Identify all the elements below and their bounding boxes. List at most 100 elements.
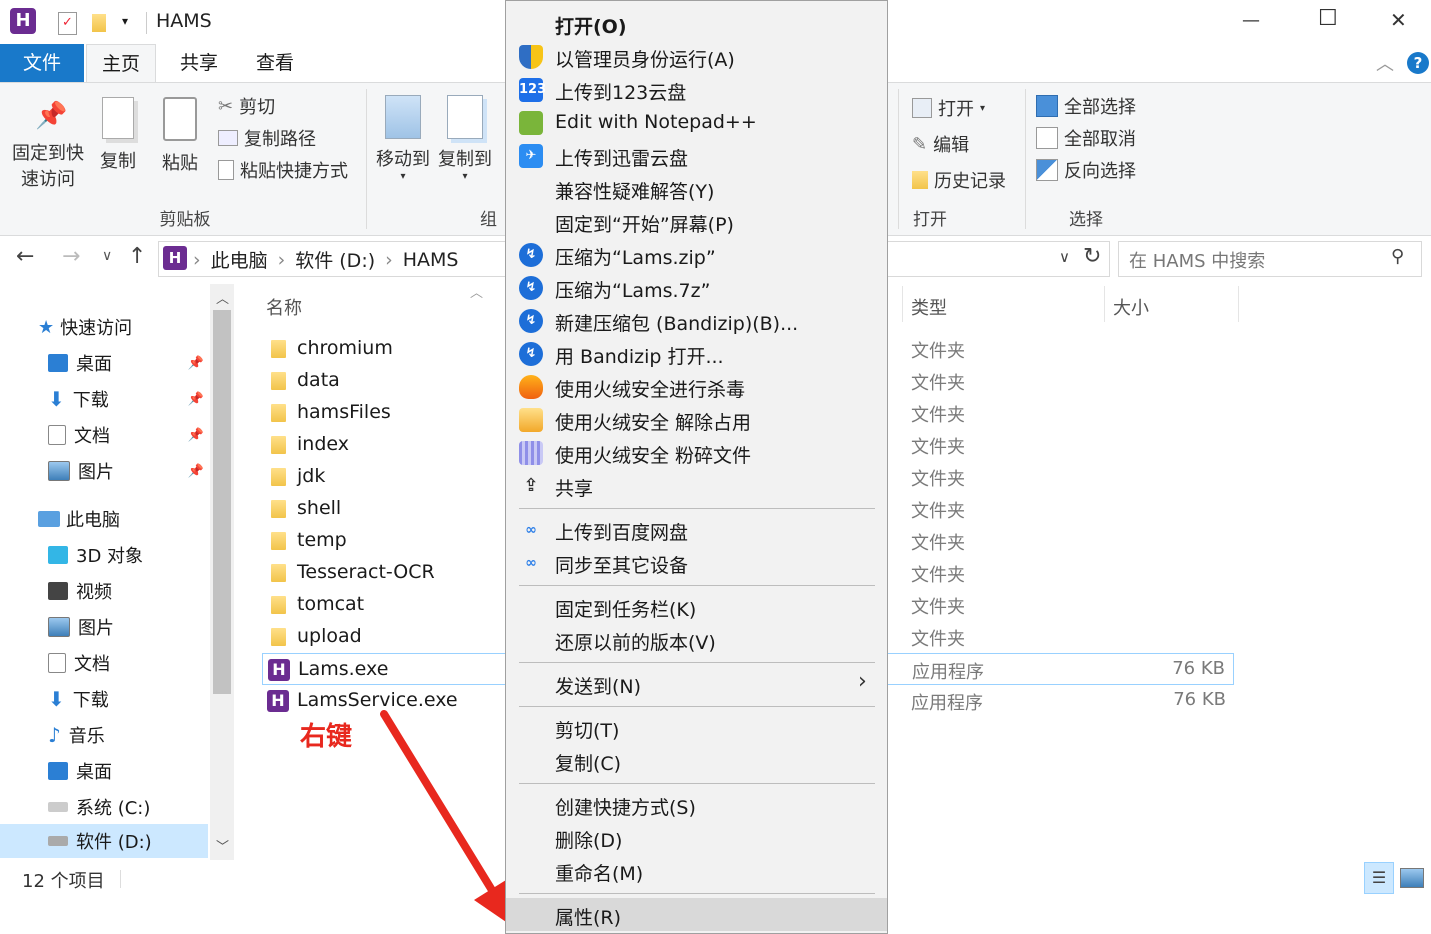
bandizip-icon: ↯	[519, 243, 543, 267]
menu-item-share[interactable]: ⇪ 共享	[506, 469, 887, 502]
menu-item-send-to[interactable]: 发送到(N) ›	[506, 667, 887, 700]
menu-item-pin-start[interactable]: 固定到“开始”屏幕(P)	[506, 205, 887, 238]
menu-item-huorong-shred[interactable]: 使用火绒安全 粉碎文件	[506, 436, 887, 469]
copy-to-button[interactable]: 复制到 ▾	[434, 95, 496, 182]
breadcrumb: › 此电脑 › 软件 (D:) › HAMS	[193, 246, 459, 273]
close-button[interactable]: ✕	[1390, 8, 1407, 32]
move-to-button[interactable]: 移动到 ▾	[372, 95, 434, 182]
back-button[interactable]: ←	[16, 244, 34, 269]
app-exe-icon: H	[267, 690, 289, 712]
menu-item-rename[interactable]: 重命名(M)	[506, 854, 887, 887]
menu-item-7z[interactable]: ↯ 压缩为“Lams.7z”	[506, 271, 887, 304]
folder-icon	[271, 404, 286, 422]
scroll-up-icon[interactable]: ︿	[216, 288, 229, 307]
menu-item-upload-123[interactable]: 123 上传到123云盘	[506, 73, 887, 106]
nav-quick-pictures[interactable]: 图片 📌	[48, 454, 208, 488]
tab-file[interactable]: 文件	[0, 44, 84, 82]
cut-button[interactable]: ✂ 剪切	[218, 93, 275, 119]
folder-icon	[271, 436, 286, 454]
huorong-icon	[519, 375, 543, 399]
menu-item-properties[interactable]: 属性(R)	[506, 898, 887, 931]
menu-item-huorong-unlock[interactable]: 使用火绒安全 解除占用	[506, 403, 887, 436]
menu-item-upload-thunder[interactable]: ✈ 上传到迅雷云盘	[506, 139, 887, 172]
ribbon-divider	[1025, 89, 1026, 229]
menu-item-create-shortcut[interactable]: 创建快捷方式(S)	[506, 788, 887, 821]
forward-button[interactable]: →	[62, 244, 80, 269]
pictures-icon	[48, 617, 70, 637]
nav-drive-d[interactable]: 软件 (D:)	[0, 824, 208, 858]
up-button[interactable]: ↑	[128, 244, 146, 269]
collapse-ribbon-icon[interactable]: ︿	[1376, 50, 1394, 76]
recent-locations-dropdown-icon[interactable]: ∨	[102, 248, 112, 264]
menu-item-pin-taskbar[interactable]: 固定到任务栏(K)	[506, 590, 887, 623]
search-input[interactable]: 在 HAMS 中搜索	[1129, 247, 1265, 273]
breadcrumb-hams[interactable]: HAMS	[403, 249, 459, 271]
invert-selection-button[interactable]: 反向选择	[1036, 157, 1136, 183]
tab-view[interactable]: 查看	[240, 44, 310, 82]
nav-quick-desktop[interactable]: 桌面 📌	[48, 346, 208, 380]
scroll-thumb[interactable]	[213, 310, 231, 694]
copy-button[interactable]: 复制	[94, 97, 142, 173]
menu-item-notepad[interactable]: Edit with Notepad++	[506, 106, 887, 139]
menu-item-new-archive[interactable]: ↯ 新建压缩包 (Bandizip)(B)...	[506, 304, 887, 337]
quick-access-dropdown-icon[interactable]: ▾	[122, 14, 128, 28]
paste-shortcut-button[interactable]: 粘贴快捷方式	[218, 157, 348, 183]
menu-item-upload-baidu[interactable]: ∞ 上传到百度网盘	[506, 513, 887, 546]
ribbon-divider	[898, 89, 899, 229]
app-exe-icon: H	[268, 659, 290, 681]
column-header-size[interactable]: 大小	[1113, 294, 1149, 320]
edit-button[interactable]: ✎ 编辑	[912, 131, 969, 157]
tab-home[interactable]: 主页	[86, 44, 156, 82]
paste-shortcut-icon	[218, 160, 234, 180]
menu-item-run-as-admin[interactable]: 以管理员身份运行(A)	[506, 40, 887, 73]
menu-item-restore-versions[interactable]: 还原以前的版本(V)	[506, 623, 887, 656]
tab-share[interactable]: 共享	[164, 44, 234, 82]
help-icon[interactable]: ?	[1407, 52, 1429, 74]
address-dropdown-icon[interactable]: ∨	[1059, 248, 1070, 266]
download-icon: ⬇	[48, 687, 65, 711]
copy-path-button[interactable]: 复制路径	[218, 125, 316, 151]
menu-item-huorong-scan[interactable]: 使用火绒安全进行杀毒	[506, 370, 887, 403]
nav-scrollbar[interactable]: ︿ ﹀	[210, 284, 234, 860]
large-icons-view-icon[interactable]	[1400, 868, 1424, 888]
paste-button[interactable]: 粘贴	[156, 97, 204, 175]
details-view-icon[interactable]: ☰	[1364, 862, 1394, 894]
breadcrumb-drive-d[interactable]: 软件 (D:)	[295, 246, 375, 273]
menu-item-copy[interactable]: 复制(C)	[506, 744, 887, 777]
menu-item-delete[interactable]: 删除(D)	[506, 821, 887, 854]
refresh-icon[interactable]: ↻	[1083, 244, 1101, 269]
window-title: HAMS	[156, 10, 212, 32]
pin-icon: 📌	[187, 355, 204, 371]
group-clipboard-label: 剪贴板	[159, 210, 211, 230]
select-all-button[interactable]: 全部选择	[1036, 93, 1136, 119]
minimize-button[interactable]: —	[1242, 10, 1260, 31]
cloud-123-icon: 123	[519, 78, 546, 102]
folder-unlock-icon	[519, 408, 543, 432]
breadcrumb-this-pc[interactable]: 此电脑	[211, 246, 268, 273]
app-logo-icon[interactable]: H	[10, 8, 36, 34]
select-none-button[interactable]: 全部取消	[1036, 125, 1136, 151]
nav-quick-documents[interactable]: 文档 📌	[48, 418, 208, 452]
pin-quick-access-button[interactable]: 📌 固定到快 速访问	[8, 101, 88, 191]
open-button[interactable]: 打开 ▾	[912, 95, 985, 121]
search-box[interactable]: 在 HAMS 中搜索 ⚲	[1118, 241, 1422, 277]
column-header-type[interactable]: 类型	[911, 294, 947, 320]
maximize-button[interactable]: ☐	[1318, 6, 1338, 31]
menu-item-open[interactable]: 打开(O)	[506, 7, 887, 40]
menu-item-zip[interactable]: ↯ 压缩为“Lams.zip”	[506, 238, 887, 271]
column-header-name[interactable]: 名称	[266, 294, 302, 320]
bandizip-icon: ↯	[519, 276, 543, 300]
title-divider	[146, 12, 147, 34]
new-folder-quick-icon[interactable]	[92, 14, 106, 32]
history-button[interactable]: 历史记录	[912, 167, 1006, 193]
scroll-down-icon[interactable]: ﹀	[216, 836, 229, 855]
menu-item-open-bandizip[interactable]: ↯ 用 Bandizip 打开...	[506, 337, 887, 370]
properties-quick-icon[interactable]: ✓	[58, 12, 77, 35]
notepad-icon	[519, 111, 543, 135]
nav-quick-downloads[interactable]: ⬇ 下载 📌	[48, 382, 208, 416]
search-icon[interactable]: ⚲	[1391, 246, 1404, 267]
menu-item-sync-devices[interactable]: ∞ 同步至其它设备	[506, 546, 887, 579]
menu-item-cut[interactable]: 剪切(T)	[506, 711, 887, 744]
menu-item-compatibility[interactable]: 兼容性疑难解答(Y)	[506, 172, 887, 205]
folder-icon	[271, 500, 286, 518]
